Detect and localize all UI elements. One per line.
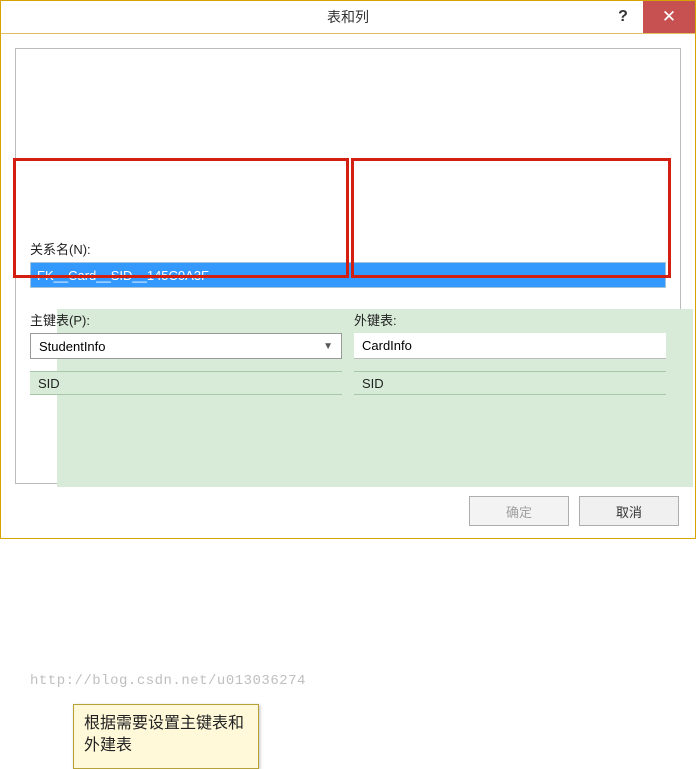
primary-table-selected: StudentInfo bbox=[39, 339, 106, 354]
primary-table-select[interactable]: StudentInfo ▼ bbox=[30, 333, 342, 359]
cancel-button-label: 取消 bbox=[616, 502, 642, 521]
content-panel: 关系名(N): 主键表(P): StudentInfo ▼ SID 外键表: bbox=[15, 48, 681, 484]
ok-button[interactable]: 确定 bbox=[469, 496, 569, 526]
primary-table-label: 主键表(P): bbox=[30, 310, 342, 329]
annotation-callout: 根据需要设置主键表和外建表 bbox=[73, 704, 259, 769]
relation-name-label: 关系名(N): bbox=[30, 239, 666, 258]
tables-row: 主键表(P): StudentInfo ▼ SID 外键表: CardInfo bbox=[30, 310, 666, 395]
primary-key-table-section: 主键表(P): StudentInfo ▼ SID bbox=[30, 310, 342, 395]
relation-name-input[interactable] bbox=[30, 262, 666, 288]
primary-column-value: SID bbox=[38, 376, 60, 391]
help-icon: ? bbox=[618, 8, 628, 26]
cancel-button[interactable]: 取消 bbox=[579, 496, 679, 526]
primary-column-cell[interactable]: SID bbox=[30, 371, 342, 395]
help-button[interactable]: ? bbox=[603, 1, 643, 33]
watermark-text: http://blog.csdn.net/u013036274 bbox=[30, 673, 666, 689]
dialog-button-row: 确定 取消 bbox=[1, 484, 695, 538]
callout-text: 根据需要设置主键表和外建表 bbox=[84, 715, 244, 754]
dialog-window: 表和列 ? ✕ 关系名(N): 主键表(P): StudentInfo ▼ bbox=[0, 0, 696, 539]
foreign-column-value: SID bbox=[362, 376, 384, 391]
titlebar: 表和列 ? ✕ bbox=[1, 1, 695, 34]
ok-button-label: 确定 bbox=[506, 502, 532, 521]
foreign-key-table-section: 外键表: CardInfo SID bbox=[354, 310, 666, 395]
foreign-table-label: 外键表: bbox=[354, 310, 666, 329]
window-title: 表和列 bbox=[327, 7, 369, 27]
foreign-table-value: CardInfo bbox=[362, 338, 412, 353]
window-controls: ? ✕ bbox=[603, 1, 695, 33]
close-icon: ✕ bbox=[662, 7, 676, 27]
chevron-down-icon: ▼ bbox=[323, 341, 333, 352]
close-button[interactable]: ✕ bbox=[643, 1, 695, 33]
foreign-table-name: CardInfo bbox=[354, 333, 666, 359]
foreign-column-cell[interactable]: SID bbox=[354, 371, 666, 395]
dialog-body: 关系名(N): 主键表(P): StudentInfo ▼ SID 外键表: bbox=[1, 34, 695, 484]
